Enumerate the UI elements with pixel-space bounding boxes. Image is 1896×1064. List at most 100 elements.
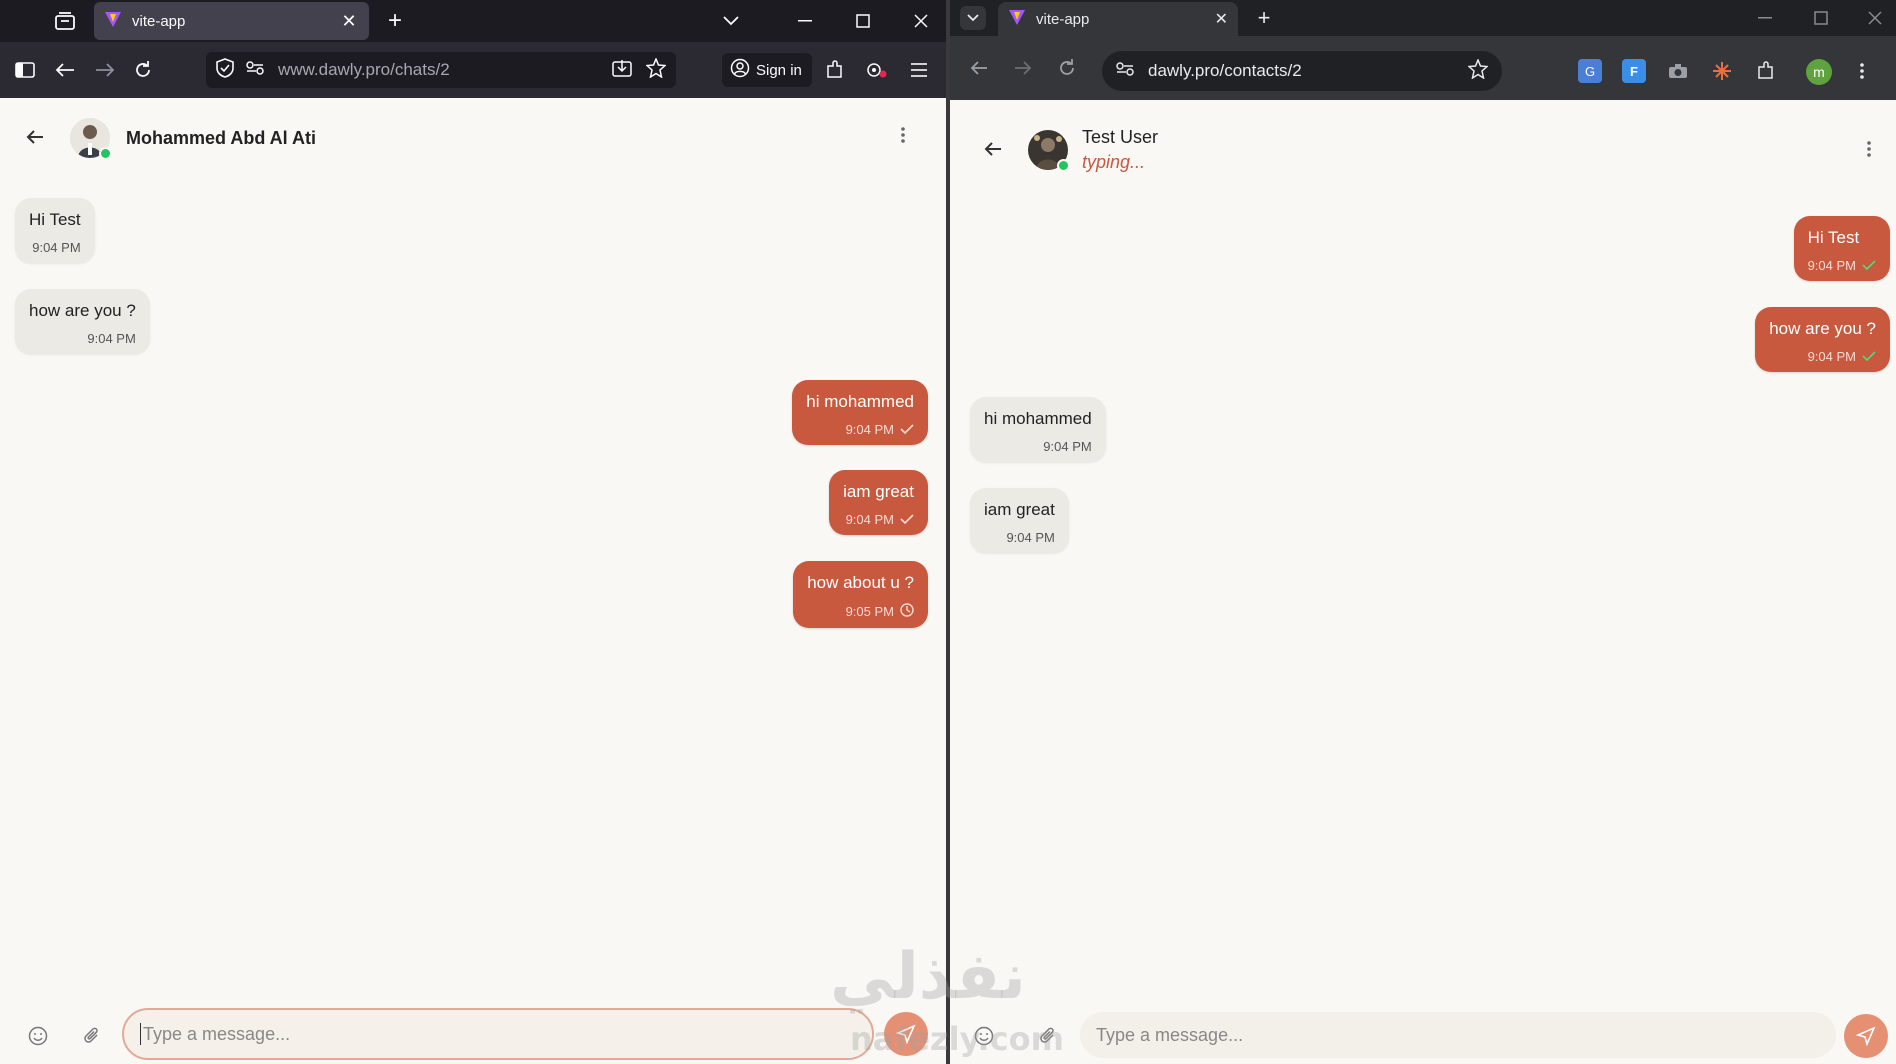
- message-bubble-incoming: iam great 9:04 PM: [970, 488, 1069, 553]
- tab-overflow-chevron-icon[interactable]: [716, 6, 746, 36]
- message-time: 9:04 PM: [845, 512, 894, 527]
- forward-icon[interactable]: [90, 55, 120, 85]
- message-time: 9:05 PM: [845, 604, 894, 619]
- message-text: how are you ?: [29, 301, 136, 320]
- right-tab-bar: vite-app ✕ +: [950, 0, 1896, 36]
- close-window-icon[interactable]: [1860, 3, 1890, 33]
- message-bubble-outgoing: hi mohammed 9:04 PM: [792, 380, 928, 445]
- message-input[interactable]: Type a message...: [122, 1008, 874, 1060]
- left-browser-window: vite-app ✕ + www.dawly.pro/chats/2 Sign …: [0, 0, 948, 1064]
- sidebar-icon[interactable]: [10, 55, 40, 85]
- more-options-icon[interactable]: [900, 126, 906, 149]
- extensions-puzzle-icon[interactable]: [1754, 59, 1778, 83]
- avatar[interactable]: [70, 118, 112, 160]
- chat-header: Test User typing...: [950, 108, 1896, 192]
- input-placeholder: Type a message...: [1096, 1024, 1244, 1045]
- bookmark-star-icon[interactable]: [645, 56, 667, 83]
- close-window-icon[interactable]: [906, 6, 936, 36]
- message-time: 9:04 PM: [1043, 439, 1092, 454]
- profile-avatar[interactable]: m: [1806, 59, 1832, 85]
- reload-icon[interactable]: [1052, 53, 1082, 83]
- install-app-icon[interactable]: [612, 59, 632, 82]
- new-tab-button[interactable]: +: [1250, 4, 1278, 32]
- tab-search-icon[interactable]: [960, 6, 986, 30]
- translate-extension-icon[interactable]: G: [1578, 59, 1602, 83]
- starburst-extension-icon[interactable]: [1710, 59, 1734, 83]
- bookmark-star-icon[interactable]: [1467, 57, 1489, 84]
- sign-in-button[interactable]: Sign in: [722, 53, 812, 87]
- close-tab-icon[interactable]: ✕: [339, 11, 359, 32]
- hamburger-menu-icon[interactable]: [904, 55, 934, 85]
- text-cursor: [140, 1023, 141, 1045]
- site-info-icon[interactable]: [1116, 61, 1134, 81]
- sign-in-label: Sign in: [756, 61, 802, 79]
- back-arrow-icon[interactable]: [978, 137, 1008, 163]
- message-time: 9:04 PM: [1807, 258, 1856, 273]
- close-tab-icon[interactable]: ✕: [1215, 9, 1228, 29]
- forward-icon[interactable]: [1008, 53, 1038, 83]
- minimize-icon[interactable]: [790, 6, 820, 36]
- account-icon: [730, 58, 750, 82]
- watermark-url: nafezly.com: [850, 1020, 1064, 1058]
- maximize-icon[interactable]: [1806, 3, 1836, 33]
- new-tab-button[interactable]: +: [380, 6, 410, 36]
- message-text: iam great: [984, 500, 1055, 519]
- shield-icon[interactable]: [216, 57, 234, 83]
- tab-title: vite-app: [132, 12, 186, 30]
- message-bubble-outgoing: iam great 9:04 PM: [829, 470, 928, 535]
- read-check-icon: [1862, 258, 1876, 273]
- left-nav-bar: www.dawly.pro/chats/2 Sign in: [0, 42, 948, 98]
- message-time: 9:04 PM: [1006, 530, 1055, 545]
- emoji-icon[interactable]: [26, 1024, 50, 1048]
- vite-favicon-icon: [1008, 8, 1026, 31]
- send-button[interactable]: [1844, 1014, 1888, 1058]
- back-icon[interactable]: [964, 53, 994, 83]
- browser-tab[interactable]: vite-app ✕: [998, 2, 1238, 36]
- message-bubble-outgoing: Hi Test 9:04 PM: [1793, 216, 1890, 281]
- extensions-icon[interactable]: [820, 55, 850, 85]
- sent-check-icon: [900, 422, 914, 437]
- online-indicator: [99, 147, 112, 160]
- watermark: نفذلي: [830, 940, 1026, 1014]
- more-options-icon[interactable]: [1866, 140, 1872, 163]
- maximize-icon[interactable]: [848, 6, 878, 36]
- message-text: Hi Test: [29, 210, 81, 229]
- message-time: 9:04 PM: [32, 240, 81, 255]
- message-input[interactable]: Type a message...: [1080, 1012, 1836, 1058]
- address-bar[interactable]: www.dawly.pro/chats/2: [206, 52, 676, 88]
- chat-panel: Mohammed Abd Al Ati Hi Test 9:04 PM how …: [0, 98, 948, 1064]
- left-tab-bar: vite-app ✕ +: [0, 0, 948, 42]
- message-time: 9:04 PM: [87, 331, 136, 346]
- tab-title: vite-app: [1036, 10, 1090, 28]
- contact-name: Mohammed Abd Al Ati: [126, 127, 316, 148]
- chat-panel: Test User typing... Hi Test 9:04 PM how …: [950, 100, 1896, 1064]
- reload-icon[interactable]: [128, 55, 158, 85]
- message-bubble-incoming: how are you ? 9:04 PM: [15, 289, 150, 354]
- message-bubble-outgoing: how are you ? 9:04 PM: [1755, 307, 1890, 372]
- right-nav-bar: dawly.pro/contacts/2 G F m: [950, 36, 1896, 100]
- site-permissions-icon[interactable]: [246, 60, 264, 80]
- message-time: 9:04 PM: [1807, 349, 1856, 364]
- contact-name: Test User: [1082, 127, 1159, 147]
- extension-gear-icon[interactable]: [862, 55, 892, 85]
- chrome-menu-icon[interactable]: [1850, 59, 1874, 83]
- back-icon[interactable]: [50, 55, 80, 85]
- message-time: 9:04 PM: [845, 422, 894, 437]
- url-text: dawly.pro/contacts/2: [1148, 61, 1302, 80]
- read-check-icon: [1862, 349, 1876, 364]
- minimize-icon[interactable]: [1750, 3, 1780, 33]
- back-arrow-icon[interactable]: [20, 125, 50, 151]
- camera-extension-icon[interactable]: [1666, 59, 1690, 83]
- avatar[interactable]: [1028, 130, 1070, 172]
- fl-extension-icon[interactable]: F: [1622, 59, 1646, 83]
- pending-clock-icon: [900, 603, 914, 620]
- contact-info: Test User typing...: [1082, 127, 1158, 173]
- message-bubble-incoming: Hi Test 9:04 PM: [15, 198, 95, 263]
- attachment-icon[interactable]: [80, 1024, 104, 1048]
- chat-header: Mohammed Abd Al Ati: [0, 98, 948, 178]
- sent-check-icon: [900, 512, 914, 527]
- message-text: Hi Test: [1807, 228, 1860, 247]
- address-bar[interactable]: dawly.pro/contacts/2: [1102, 51, 1502, 91]
- browser-tab[interactable]: vite-app ✕: [94, 2, 369, 40]
- tab-list-icon[interactable]: [50, 8, 80, 34]
